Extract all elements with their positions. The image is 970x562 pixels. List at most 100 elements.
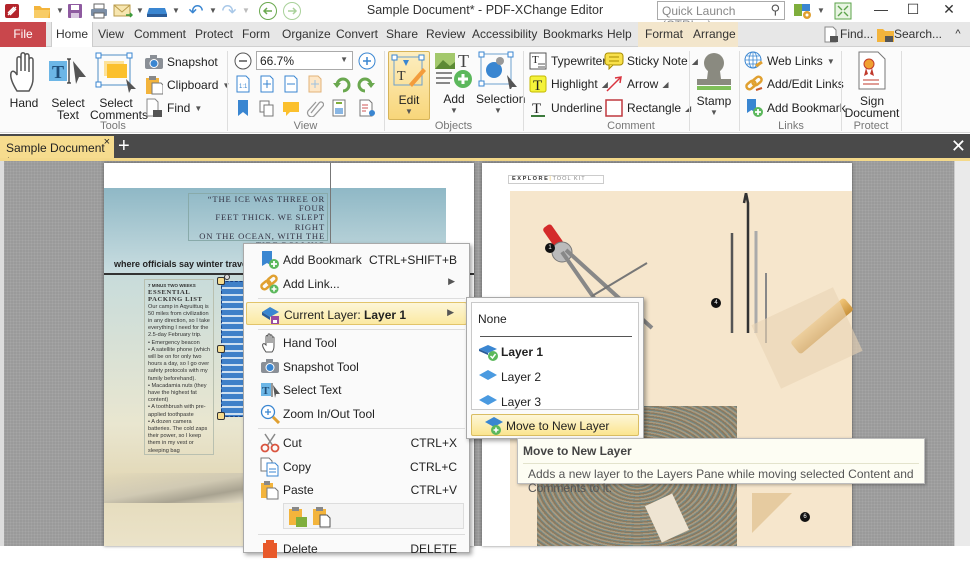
zoom-in-icon[interactable] — [358, 52, 376, 70]
rectangle-button[interactable]: Rectangle◢ — [604, 97, 691, 119]
selection-handle[interactable] — [217, 412, 225, 420]
highlight-button[interactable]: T Highlight◢ — [528, 73, 608, 95]
arrow-button[interactable]: Arrow◢ — [604, 73, 669, 95]
rotation-handle[interactable] — [224, 274, 230, 280]
menu-item-paste[interactable]: Paste CTRL+V — [246, 478, 467, 501]
rotate-right-icon[interactable] — [357, 75, 375, 93]
tab-form[interactable]: Form — [242, 22, 270, 47]
sidebar-item: • A dozen camera batteries. The cold zap… — [148, 419, 210, 455]
menu-item-add-bookmark[interactable]: Add Bookmark CTRL+SHIFT+B — [246, 248, 467, 271]
select-comments-button[interactable]: Select Comments — [90, 51, 142, 121]
menu-item-hand-tool[interactable]: Hand Tool — [246, 331, 467, 354]
web-links-button[interactable]: Web Links▼ — [744, 50, 835, 72]
ribbon: Hand T Select Text Select Comments Snaps… — [0, 47, 970, 133]
pages-pane-icon[interactable] — [258, 99, 276, 117]
tab-protect[interactable]: Protect — [195, 22, 231, 47]
layers-pane-icon[interactable] — [330, 99, 348, 117]
sticky-note-button[interactable]: Sticky Note◢ — [604, 50, 698, 72]
tab-accessibility[interactable]: Accessibility — [472, 22, 532, 47]
new-tab-button[interactable]: + — [118, 134, 130, 158]
fit-visible-icon[interactable] — [306, 75, 324, 93]
layer-option-none[interactable]: None — [476, 308, 636, 330]
selection-button[interactable]: Selection ▼ — [476, 51, 520, 117]
tab-format[interactable]: Format — [645, 22, 679, 47]
clipboard-button[interactable]: Clipboard▼ — [144, 74, 230, 96]
fit-page-icon[interactable] — [258, 75, 276, 93]
tab-bookmarks[interactable]: Bookmarks — [543, 22, 595, 47]
collapse-ribbon-button[interactable]: ^ — [950, 22, 966, 47]
fit-width-icon[interactable] — [282, 75, 300, 93]
menu-item-select-text[interactable]: T Select Text — [246, 378, 467, 401]
sticky-note-label: Sticky Note — [627, 54, 688, 68]
document-tab[interactable]: Sample Document * × — [0, 136, 114, 158]
search-icon[interactable]: ⚲ — [770, 2, 780, 18]
add-edit-links-button[interactable]: Add/Edit Links — [744, 73, 844, 95]
tab-file[interactable]: File — [0, 22, 46, 47]
tab-convert[interactable]: Convert — [336, 22, 374, 47]
actual-size-icon[interactable]: 1:1 — [234, 75, 252, 93]
paste-image-icon[interactable] — [288, 506, 308, 531]
menu-item-current-layer[interactable]: Current Layer: Layer 1 ▶ — [246, 302, 467, 325]
selection-handle[interactable] — [217, 345, 225, 353]
menu-item-zoom-tool[interactable]: Zoom In/Out Tool — [246, 402, 467, 425]
tab-view[interactable]: View — [97, 22, 125, 47]
find-tool-button[interactable]: Find▼ — [144, 97, 202, 119]
tab-share[interactable]: Share — [386, 22, 414, 47]
menu-item-cut[interactable]: Cut CTRL+X — [246, 431, 467, 454]
search-button[interactable]: Search... — [876, 22, 942, 47]
menu-item-copy[interactable]: Copy CTRL+C — [246, 455, 467, 478]
paste-pdf-icon[interactable] — [312, 506, 332, 531]
snapshot-button[interactable]: Snapshot — [144, 51, 218, 73]
menu-item-label: Select Text — [283, 383, 341, 397]
edit-label: Edit — [389, 94, 429, 106]
sign-document-button[interactable]: Sign Document — [844, 51, 900, 119]
group-divider — [689, 51, 690, 131]
layer-option-1[interactable]: Layer 1 — [476, 341, 636, 363]
stamp-button[interactable]: Stamp ▼ — [692, 51, 736, 119]
close-button[interactable]: ✕ — [934, 1, 964, 21]
tab-organize[interactable]: Organize — [282, 22, 324, 47]
quick-launch-input[interactable]: Quick Launch (CTRL+.) ⚲ — [657, 1, 785, 20]
selection-icon — [477, 51, 519, 89]
menu-item-snapshot-tool[interactable]: Snapshot Tool — [246, 355, 467, 378]
comment-group-label: Comment — [524, 120, 738, 132]
clipboard-label: Clipboard — [167, 78, 218, 92]
tab-arrange[interactable]: Arrange — [693, 22, 731, 47]
tooltip-divider — [523, 463, 919, 464]
select-text-button[interactable]: T Select Text — [48, 51, 88, 121]
add-button[interactable]: T Add ▼ — [433, 51, 475, 117]
arrow-label: Arrow — [627, 77, 658, 91]
menu-item-add-link[interactable]: Add Link... ▶ — [246, 272, 467, 295]
fullscreen-icon[interactable] — [832, 1, 854, 21]
minimize-button[interactable]: — — [866, 1, 896, 21]
customize-dropdown-icon[interactable]: ▼ — [817, 6, 825, 15]
edit-button[interactable]: T Edit ▼ — [388, 51, 430, 120]
tab-help[interactable]: Help — [607, 22, 631, 47]
tab-review[interactable]: Review — [426, 22, 462, 47]
zoom-out-icon[interactable] — [234, 52, 252, 70]
attachments-pane-icon[interactable] — [306, 99, 324, 117]
move-to-new-layer-button[interactable]: Move to New Layer — [471, 414, 639, 436]
vertical-scrollbar[interactable] — [954, 161, 970, 546]
add-bookmark-ribbon-button[interactable]: Add Bookmark — [744, 97, 846, 119]
rotate-left-icon[interactable] — [333, 75, 351, 93]
bookmarks-pane-icon[interactable] — [234, 99, 252, 117]
comments-pane-icon[interactable] — [282, 99, 300, 117]
menu-item-label: Add Link... — [283, 277, 340, 291]
find-button[interactable]: Find... — [822, 22, 874, 47]
document-properties-icon[interactable] — [358, 99, 376, 117]
tab-comment[interactable]: Comment — [133, 22, 187, 47]
close-all-button[interactable]: ✕ — [951, 134, 966, 158]
hand-tool-button[interactable]: Hand — [6, 51, 42, 109]
tab-home[interactable]: Home — [51, 22, 93, 48]
close-tab-icon[interactable]: × — [104, 136, 110, 148]
maximize-button[interactable]: ☐ — [898, 1, 928, 21]
layer-option-3[interactable]: Layer 3 — [476, 391, 636, 413]
hand-icon — [260, 333, 280, 353]
ribbon-tab-bar: File Home View Comment Protect Form Orga… — [0, 22, 970, 47]
layer-option-2[interactable]: Layer 2 — [476, 366, 636, 388]
underline-button[interactable]: T Underline◢ — [528, 97, 613, 119]
menu-item-delete[interactable]: Delete DELETE — [246, 537, 467, 560]
zoom-level-select[interactable]: 66.7% ▼ — [256, 51, 353, 70]
customize-ui-icon[interactable] — [792, 1, 814, 21]
